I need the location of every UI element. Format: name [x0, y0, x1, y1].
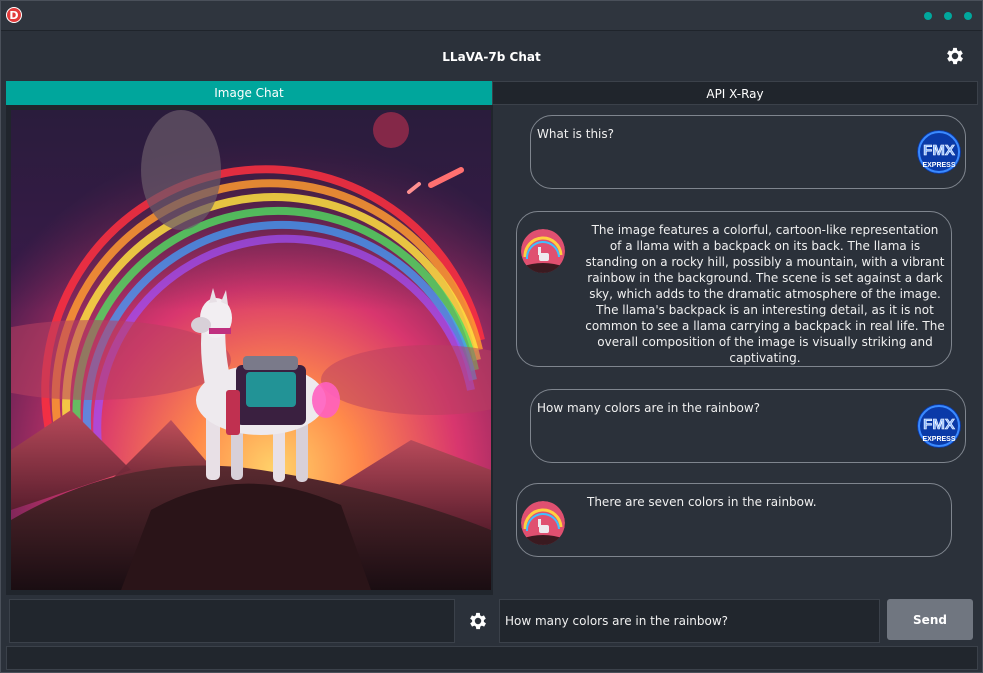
image-panel — [6, 105, 493, 595]
message-text: How many colors are in the rainbow? — [537, 401, 761, 415]
page-title: LLaVA-7b Chat — [442, 50, 541, 64]
title-bar: D — [1, 1, 982, 31]
user-message-bubble: What is this? FMX EXPRESS — [530, 115, 966, 189]
tab-bar: Image Chat API X-Ray — [6, 81, 978, 105]
assistant-message-bubble: The image features a colorful, cartoon-l… — [516, 211, 952, 367]
llama-avatar-icon — [521, 229, 565, 273]
app-window: D LLaVA-7b Chat Image Chat API X-Ray Wha… — [0, 0, 983, 673]
app-logo-icon: D — [6, 7, 22, 23]
message-text: There are seven colors in the rainbow. — [587, 495, 817, 509]
input-bar: Send — [1, 597, 982, 645]
image-path-field[interactable] — [9, 599, 455, 643]
logo-text-fmx: FMX — [923, 142, 955, 159]
send-button[interactable]: Send — [887, 599, 973, 640]
dot-icon[interactable] — [964, 12, 972, 20]
logo-text-express: EXPRESS — [922, 436, 955, 443]
prompt-input[interactable] — [499, 599, 880, 643]
fmx-avatar-icon: FMX EXPRESS — [917, 130, 961, 174]
status-bar — [6, 646, 978, 670]
gear-icon[interactable] — [944, 45, 966, 67]
message-text: The image features a colorful, cartoon-l… — [585, 223, 945, 365]
gear-icon[interactable] — [467, 610, 489, 632]
llama-rainbow-image — [11, 110, 491, 590]
dot-icon[interactable] — [944, 12, 952, 20]
user-message-bubble: How many colors are in the rainbow? FMX … — [530, 389, 966, 463]
fmx-avatar-icon: FMX EXPRESS — [917, 404, 961, 448]
uploaded-image[interactable] — [11, 110, 491, 590]
dot-icon[interactable] — [924, 12, 932, 20]
message-text: What is this? — [537, 127, 615, 141]
chat-panel[interactable]: What is this? FMX EXPRESS The image feat… — [498, 105, 978, 595]
tab-api-xray[interactable]: API X-Ray — [492, 81, 978, 105]
assistant-message-bubble: There are seven colors in the rainbow. — [516, 483, 952, 557]
llama-avatar-icon — [521, 501, 565, 545]
logo-text-fmx: FMX — [923, 416, 955, 433]
tab-image-chat[interactable]: Image Chat — [6, 81, 492, 105]
window-menu[interactable] — [924, 12, 972, 20]
logo-text-express: EXPRESS — [922, 162, 955, 169]
header: LLaVA-7b Chat — [1, 32, 982, 80]
